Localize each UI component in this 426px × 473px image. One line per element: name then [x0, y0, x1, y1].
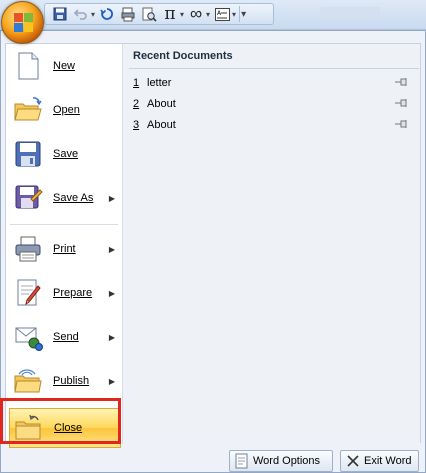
infinity-dropdown-icon[interactable]: ▾ [206, 10, 210, 19]
send-label: Send [53, 331, 79, 343]
send-submenu-arrow-icon: ▶ [108, 332, 115, 342]
exit-word-label: Exit Word [364, 455, 412, 467]
print-preview-icon[interactable] [119, 5, 137, 23]
word-options-button[interactable]: Word Options [229, 450, 333, 472]
title-bar: ▾ π ▾ ∞ ▾ A ▾ ▾ [0, 0, 426, 30]
printer-icon [13, 234, 43, 264]
new-label: New [53, 60, 76, 72]
save-as-submenu-arrow-icon: ▶ [108, 193, 115, 203]
quick-access-toolbar: ▾ π ▾ ∞ ▾ A ▾ ▾ [44, 3, 274, 25]
word-options-label: Word Options [253, 455, 321, 467]
save-as-icon [13, 183, 43, 213]
save-disk-icon [13, 139, 43, 169]
recent-documents-title: Recent Documents [133, 50, 233, 62]
publish-command[interactable]: Publish ▶ [9, 361, 121, 401]
options-document-icon [234, 453, 250, 469]
exit-word-button[interactable]: Exit Word [340, 450, 419, 472]
textbox-dropdown-icon[interactable]: ▾ [232, 10, 236, 19]
textbox-icon[interactable]: A [213, 5, 231, 23]
redo-icon[interactable] [98, 5, 116, 23]
office-menu-body: New Open Save Save As ▶ Print ▶ Prepare … [5, 43, 421, 448]
close-x-icon [345, 453, 361, 469]
open-folder-icon [13, 95, 43, 125]
magnifier-page-icon[interactable] [140, 5, 158, 23]
undo-dropdown-icon[interactable]: ▾ [91, 10, 95, 19]
command-list: New Open Save Save As ▶ Print ▶ Prepare … [6, 44, 123, 448]
pin-icon[interactable] [395, 119, 409, 129]
recent-document-number: 3 [133, 119, 140, 131]
recent-document-item[interactable]: 1 letter [133, 74, 415, 92]
save-label: Save [53, 148, 79, 160]
save-icon[interactable] [51, 5, 69, 23]
save-as-label: Save As [53, 192, 94, 204]
close-highlight-box [0, 398, 121, 444]
save-as-command[interactable]: Save As ▶ [9, 178, 121, 218]
new-command[interactable]: New [9, 46, 121, 86]
office-button[interactable] [1, 1, 44, 44]
open-command[interactable]: Open [9, 90, 121, 130]
menu-separator [10, 224, 118, 225]
equation-dropdown-icon[interactable]: ▾ [180, 10, 184, 19]
send-command[interactable]: Send ▶ [9, 317, 121, 357]
new-document-icon [13, 51, 43, 81]
send-icon [13, 322, 43, 352]
undo-icon[interactable] [72, 5, 90, 23]
print-command[interactable]: Print ▶ [9, 229, 121, 269]
recent-document-number: 1 [133, 77, 140, 89]
pin-icon[interactable] [395, 98, 409, 108]
prepare-label: Prepare [53, 287, 93, 299]
open-label: Open [53, 104, 80, 116]
recent-document-number: 2 [133, 98, 140, 110]
print-submenu-arrow-icon: ▶ [108, 244, 115, 254]
recent-document-item[interactable]: 3 About [133, 116, 415, 134]
publish-submenu-arrow-icon: ▶ [108, 376, 115, 386]
recent-document-item[interactable]: 2 About [133, 95, 415, 113]
publish-folder-icon [13, 366, 43, 396]
equation-icon[interactable]: π [161, 4, 179, 24]
office-button-icon [14, 13, 33, 32]
recent-document-name: letter [147, 77, 172, 89]
publish-label: Publish [53, 375, 90, 387]
print-label: Print [53, 243, 76, 255]
infinity-icon[interactable]: ∞ [187, 4, 205, 23]
prepare-submenu-arrow-icon: ▶ [108, 288, 115, 298]
recent-documents-divider [129, 68, 419, 69]
toolbar-separator [239, 6, 241, 22]
customize-dropdown-icon[interactable]: ▾ [241, 9, 246, 20]
save-command[interactable]: Save [9, 134, 121, 174]
recent-documents-panel: Recent Documents 1 letter 2 About 3 Abou… [123, 44, 420, 444]
prepare-command[interactable]: Prepare ▶ [9, 273, 121, 313]
prepare-document-icon [13, 278, 43, 308]
recent-document-name: About [147, 119, 176, 131]
window-title-blur [320, 7, 380, 17]
pin-icon[interactable] [395, 77, 409, 87]
recent-document-name: About [147, 98, 176, 110]
